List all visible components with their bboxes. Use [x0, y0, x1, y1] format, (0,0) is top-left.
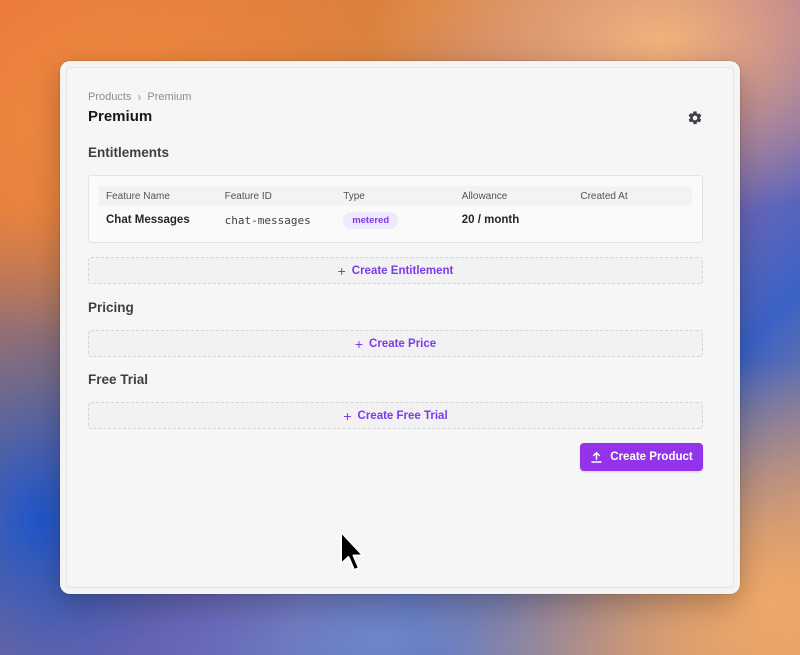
- create-free-trial-button[interactable]: + Create Free Trial: [88, 402, 703, 429]
- mouse-cursor-icon: [340, 531, 364, 571]
- feature-id-cell: chat-messages: [224, 213, 311, 227]
- column-header: Created At: [580, 190, 628, 202]
- create-product-label: Create Product: [610, 451, 693, 463]
- plus-icon: +: [354, 335, 364, 352]
- app-window: Products › Premium Premium Entitlements …: [60, 61, 740, 594]
- table-row[interactable]: Chat Messages chat-messages metered 20 /…: [99, 209, 692, 231]
- table-header: Feature Name Feature ID Type Allowance C…: [99, 186, 692, 206]
- upload-icon: [591, 451, 602, 463]
- pricing-heading: Pricing: [88, 300, 134, 315]
- gear-icon[interactable]: [687, 110, 703, 126]
- breadcrumb-current: Premium: [147, 91, 192, 103]
- create-price-button[interactable]: + Create Price: [88, 330, 703, 357]
- create-entitlement-label: Create Entitlement: [351, 264, 454, 277]
- create-entitlement-button[interactable]: + Create Entitlement: [88, 257, 703, 284]
- create-free-trial-label: Create Free Trial: [357, 409, 448, 422]
- entitlements-table: Feature Name Feature ID Type Allowance C…: [88, 175, 703, 243]
- plus-icon: +: [343, 407, 352, 424]
- column-header: Feature ID: [224, 190, 272, 202]
- create-product-button[interactable]: Create Product: [580, 443, 703, 471]
- breadcrumb-products-link[interactable]: Products: [88, 91, 131, 103]
- feature-name-cell: Chat Messages: [106, 214, 190, 226]
- type-badge: metered: [343, 211, 399, 229]
- column-header: Type: [343, 190, 365, 202]
- free-trial-heading: Free Trial: [88, 372, 149, 387]
- page-title: Premium: [88, 108, 153, 125]
- created-at-cell: [573, 209, 692, 231]
- product-panel: Products › Premium Premium Entitlements …: [66, 67, 734, 588]
- entitlements-heading: Entitlements: [88, 145, 170, 160]
- column-header: Allowance: [461, 190, 508, 202]
- create-price-label: Create Price: [369, 337, 437, 350]
- breadcrumb-separator: ›: [137, 90, 142, 104]
- plus-icon: +: [337, 262, 346, 279]
- column-header: Feature Name: [106, 190, 170, 202]
- type-cell: metered: [336, 209, 455, 231]
- breadcrumb: Products › Premium: [88, 90, 191, 104]
- allowance-cell: 20 / month: [461, 214, 520, 226]
